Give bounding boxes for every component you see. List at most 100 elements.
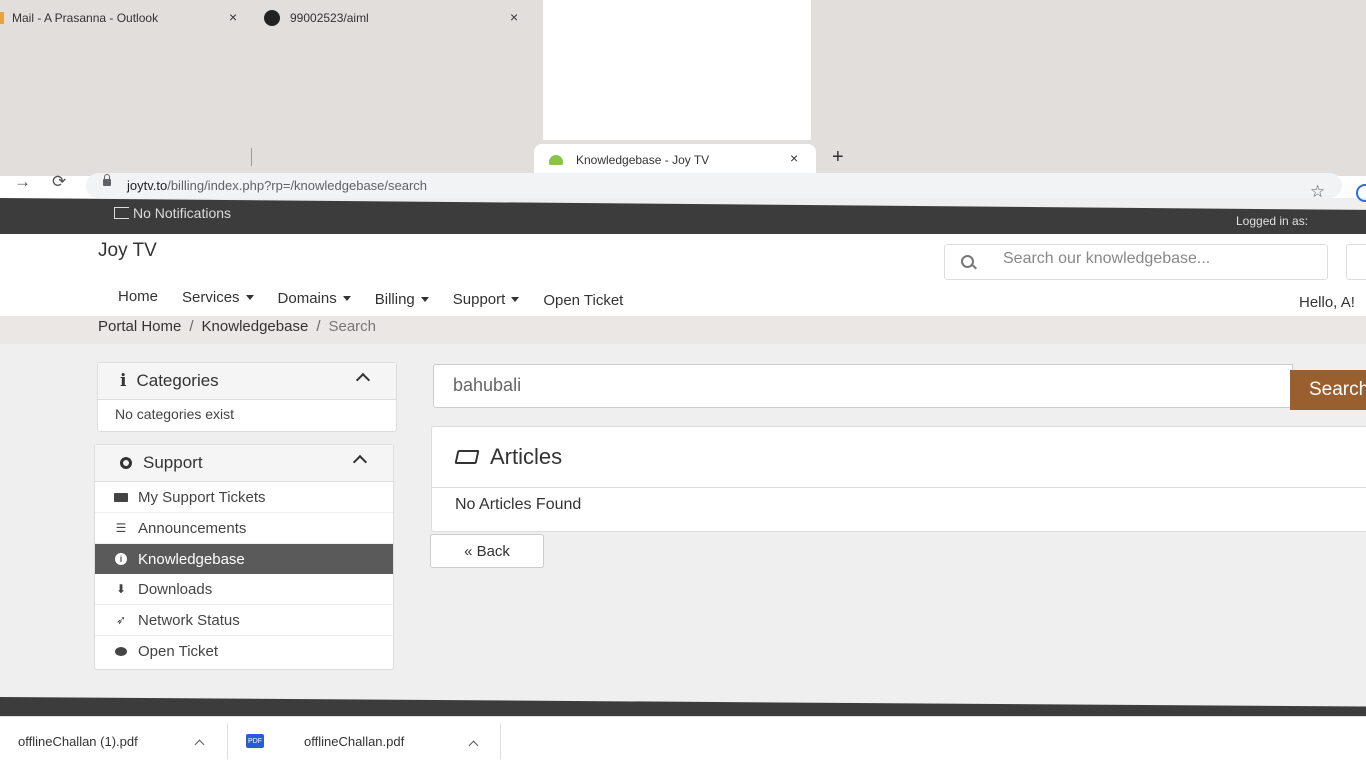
support-header[interactable]: Support [95,445,393,482]
nav-label: Domains [277,290,337,307]
download-filename: offlineChallan.pdf [304,733,405,749]
sidebar-item-label: Network Status [138,611,240,629]
notifications-link[interactable]: No Notifications [114,205,231,221]
articles-title: Articles [490,444,563,469]
tab-title: Mail - A Prasanna - Outlook [12,11,159,25]
notifications-label: No Notifications [133,205,232,221]
url-host: joytv.to [127,178,168,193]
sidebar-item-downloads[interactable]: ⬇ Downloads [95,574,393,605]
download-filename: offlineChallan (1).pdf [18,733,138,749]
chevron-up-icon[interactable] [468,740,479,751]
cart-button[interactable] [1346,244,1366,280]
github-icon [264,10,280,26]
nav-label: Billing [374,291,415,308]
breadcrumb-separator: / [316,318,321,335]
outlook-icon [0,12,4,24]
tab-knowledgebase[interactable]: Knowledgebase - Joy TV × [534,144,816,176]
android-icon [549,155,563,165]
life-ring-icon [120,457,132,469]
sidebar-item-knowledgebase[interactable]: i Knowledgebase [95,544,393,574]
nav-home[interactable]: Home [118,284,158,309]
nav-services[interactable]: Services [182,286,254,309]
kb-search-input[interactable]: Search our knowledgebase... [1003,250,1210,268]
tab-outlook[interactable]: Mail - A Prasanna - Outlook × [0,0,250,36]
caret-down-icon [420,297,429,302]
url-path: /billing/index.php?rp=/knowledgebase/sea… [167,178,428,193]
chevron-up-icon[interactable] [194,739,205,750]
sidebar-item-network-status[interactable]: ➶ Network Status [95,605,393,636]
reload-icon[interactable]: ⟳ [52,172,66,192]
nav-domains[interactable]: Domains [278,288,351,309]
user-greeting[interactable]: Hello, A! [1299,294,1355,311]
tab-divider [251,148,252,166]
support-title: Support [143,453,203,472]
sidebar-item-label: Announcements [138,519,247,537]
caret-down-icon [245,295,254,300]
caret-down-icon [511,297,520,302]
sidebar-item-label: Open Ticket [138,642,219,660]
breadcrumb-knowledgebase[interactable]: Knowledgebase [202,318,309,335]
brand-logo[interactable]: Joy TV [98,240,157,262]
breadcrumb: Portal Home / Knowledgebase / Search [98,318,376,335]
comments-icon [114,644,128,658]
nav-label: Open Ticket [543,292,624,309]
nav-label: Home [118,288,159,305]
download-divider [500,723,501,759]
download-divider [227,723,228,759]
nav-label: Support [452,291,506,308]
info-icon: i [120,371,127,391]
sidebar-item-my-support-tickets[interactable]: My Support Tickets [95,482,393,513]
download-item[interactable]: offlineChallan (1).pdf [18,717,218,765]
categories-title: Categories [136,371,219,390]
tab-github[interactable]: 99002523/aiml × [264,0,534,36]
sidebar-item-announcements[interactable]: ☰ Announcements [95,513,393,544]
breadcrumb-current: Search [328,318,377,335]
ticket-icon [114,490,128,504]
no-articles-message: No Articles Found [455,496,582,513]
close-icon[interactable]: × [229,9,237,25]
nav-support[interactable]: Support [453,290,520,309]
list-icon: ☰ [115,521,127,535]
nav-open-ticket[interactable]: Open Ticket [543,292,623,309]
downloads-bar: offlineChallan (1).pdf PDF offlineChalla… [0,716,1366,769]
categories-header[interactable]: i Categories [98,363,396,400]
forward-icon[interactable]: → [14,172,31,192]
sidebar-item-label: My Support Tickets [138,488,266,506]
kb-search-value: bahubali [453,375,522,395]
articles-header: Articles [432,427,1366,488]
close-icon[interactable]: × [510,9,518,25]
close-icon[interactable]: × [790,150,798,166]
bookmark-star-icon[interactable]: ☆ [1310,182,1325,202]
rocket-icon: ➶ [115,613,127,627]
tab-title: 99002523/aiml [290,11,369,25]
nav-label: Services [182,289,240,306]
sidebar-item-label: Knowledgebase [138,550,245,568]
main-nav: Home Services Domains Billing Support Op… [118,284,647,309]
chevron-up-icon[interactable] [352,454,368,470]
breadcrumb-separator: / [189,318,194,335]
support-panel: Support My Support Tickets ☰ Announcemen… [94,444,394,670]
folder-open-icon [454,450,480,464]
sidebar-item-open-ticket[interactable]: Open Ticket [95,636,393,666]
kb-search-field[interactable]: bahubali [433,364,1293,408]
extension-icon[interactable] [1356,184,1366,202]
nav-billing[interactable]: Billing [375,290,429,309]
search-button[interactable]: Search [1290,370,1366,410]
info-circle-icon: i [114,552,128,566]
lock-icon[interactable] [103,174,111,186]
categories-empty: No categories exist [115,406,235,422]
breadcrumb-portal-home[interactable]: Portal Home [98,318,181,335]
chevron-up-icon[interactable] [355,372,371,388]
caret-down-icon [342,296,351,301]
new-tab-button[interactable]: + [832,146,844,169]
flag-icon [114,207,129,219]
back-button[interactable]: « Back [430,534,544,568]
kb-search-box[interactable]: Search our knowledgebase... [944,244,1328,280]
download-item[interactable]: PDF offlineChallan.pdf [246,717,496,765]
download-icon: ⬇ [115,582,127,596]
logged-in-label: Logged in as: [1236,214,1309,228]
url-text[interactable]: joytv.to/billing/index.php?rp=/knowledge… [127,178,427,193]
categories-panel: i Categories No categories exist [97,362,397,432]
search-icon [961,255,974,268]
tab-title: Knowledgebase - Joy TV [576,153,710,167]
